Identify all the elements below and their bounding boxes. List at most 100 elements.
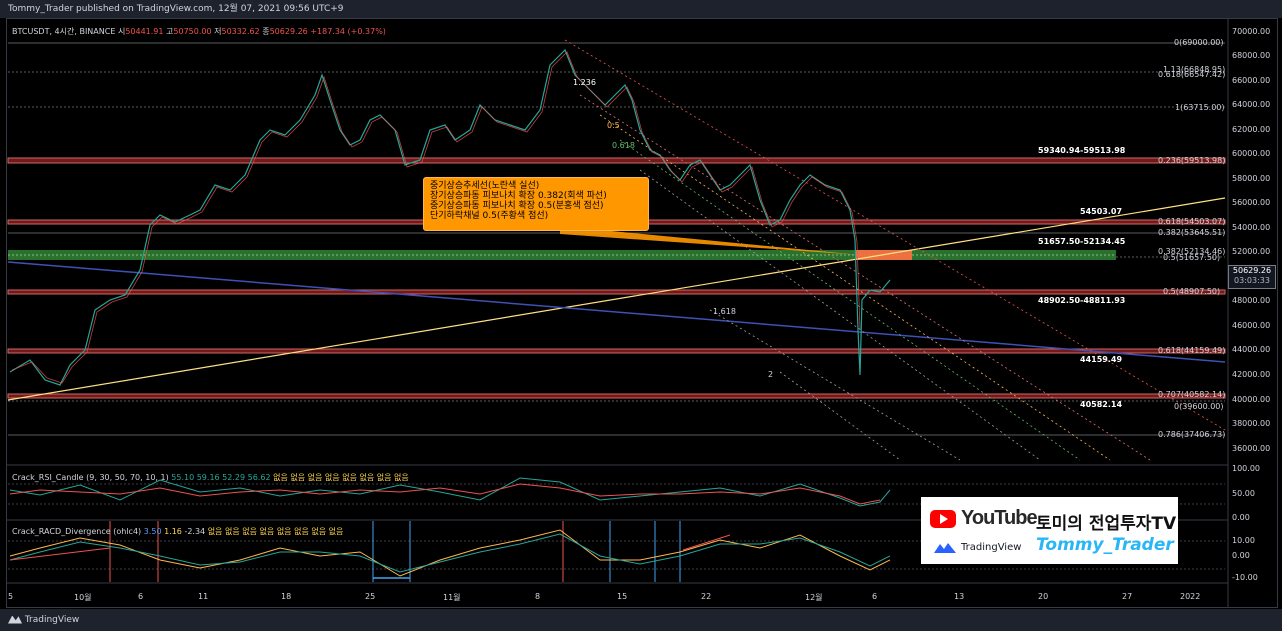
macd-na: 없음 [328,527,344,536]
rsi-na: 없음 [290,473,306,482]
rsi-panel-legend[interactable]: Crack_RSI_Candle (9, 30, 50, 70, 10, 1) … [12,472,409,483]
zone-label: 48902.50-48811.93 [1038,296,1126,305]
symbol-info: BTCUSDT, 4시간, BINANCE 시50441.91 고50750.0… [12,26,386,37]
price-tick: 62000.00 [1232,125,1271,134]
rsi-na: 없음 [273,473,288,482]
time-tick: 5 [8,592,14,601]
fib-label: 0.618(66547.42) [1158,70,1226,79]
fib-label: 0.707(40582.14) [1158,390,1226,399]
channel-label: 1.236 [573,78,596,87]
time-tick: 2022 [1180,592,1201,601]
time-tick: 6 [872,592,878,601]
price-tick: 40000.00 [1232,395,1271,404]
channel-label: 2 [768,370,774,379]
fib-label: 0.786(37406.73) [1158,430,1226,439]
macd-na: 없음 [242,527,257,536]
tradingview-wordmark: TradingView [961,542,1022,553]
fib-label: 0.618(54503.07) [1158,217,1226,226]
callout-line: 단기하락채널 0.5(주황색 점선) [430,211,549,221]
fib-label: 0.382(53645.51) [1158,228,1226,237]
price-tick: 38000.00 [1232,419,1271,428]
fib-label: 0.5(51657.50) [1163,253,1221,262]
channel-label: 0.5 [607,121,620,130]
bar-countdown: 03:03:33 [1234,276,1270,285]
macd-na: 없음 [311,527,327,536]
time-tick: 13 [954,592,965,601]
macd-na: 없음 [224,527,240,536]
author-name: Tommy_Trader [1036,535,1174,555]
macd-tick: 10.00 [1232,536,1255,545]
macd-params: (ohlc4) [113,527,142,536]
price-tick: 54000.00 [1232,223,1271,232]
macd-name: Crack_RACD_Divergence [12,527,111,536]
macd-na: 없음 [207,527,223,536]
zone-label: 54503.07 [1080,207,1123,216]
youtube-wordmark: YouTube [961,507,1038,529]
rsi-params: (9, 30, 50, 70, 10, 1) [86,473,169,482]
rsi-value: 55.10 [171,473,195,482]
high-value: 50750.00 [173,27,212,36]
time-tick: 27 [1122,592,1133,601]
fib-label: 0.5(48907.50) [1163,287,1221,296]
price-tick: 58000.00 [1232,174,1271,183]
price-tick: 52000.00 [1232,247,1271,256]
channel-title: 토미의 전업투자TV [1036,514,1177,534]
rsi-tick: 0.00 [1232,513,1250,522]
callout-line: 중기상승추세선(노란색 실선) [430,181,540,191]
rsi-value: 59.16 [196,473,220,482]
close-label: 종 [262,27,270,36]
macd-value: 3.50 [143,527,162,536]
close-value: 50629.26 [269,27,308,36]
youtube-icon [930,510,956,528]
rsi-na: 없음 [376,473,392,482]
footer-bar: TradingView [0,609,1282,631]
channel-label: 1.618 [713,307,736,316]
rsi-na: 없음 [394,473,409,482]
low-value: 50332.62 [221,27,260,36]
macd-tick: 0.00 [1232,551,1250,560]
time-tick: 25 [365,592,376,601]
time-tick: 20 [1038,592,1049,601]
price-tick: 66000.00 [1232,76,1271,85]
rsi-na: 없음 [359,473,375,482]
time-tick: 11 [198,592,209,601]
price-tick: 46000.00 [1232,321,1271,330]
callout-line: 중기상승파동 피보나치 확장 0.5(분홍색 점선) [430,201,604,211]
rsi-tick: 100.00 [1232,464,1260,473]
symbol-name[interactable]: BTCUSDT, 4시간, BINANCE [12,27,115,36]
rsi-na: 없음 [307,473,323,482]
price-tick: 60000.00 [1232,149,1271,158]
analysis-callout[interactable]: 중기상승추세선(노란색 실선) 장기상승파동 피보나치 확장 0.382(회색 … [423,177,649,231]
channel-label: 0.618 [612,141,635,150]
zone-label: 44159.49 [1080,355,1123,364]
time-tick: 22 [701,592,712,601]
rsi-tick: 50.00 [1232,489,1255,498]
time-tick: 15 [617,592,628,601]
time-tick: 10월 [74,593,92,602]
current-price-tag: 50629.26 03:03:33 [1228,265,1276,289]
footer-logo-text[interactable]: TradingView [25,615,79,625]
fib-label: 0(39600.00) [1174,402,1224,411]
macd-na: 없음 [294,527,309,536]
price-tick: 44000.00 [1232,345,1271,354]
time-tick: 11월 [443,593,461,602]
rsi-value: 52.29 [222,473,246,482]
price-tick: 70000.00 [1232,27,1271,36]
price-tick: 42000.00 [1232,370,1271,379]
macd-panel-legend[interactable]: Crack_RACD_Divergence (ohlc4) 3.50 1.16 … [12,526,343,537]
open-value: 50441.91 [125,27,164,36]
time-tick: 8 [535,592,541,601]
fib-label: 0.618(44159.49) [1158,346,1226,355]
tradingview-logo-icon [8,615,22,624]
rsi-na: 없음 [342,473,357,482]
time-tick: 12월 [805,593,823,602]
callout-line: 장기상승파동 피보나치 확장 0.382(회색 파선) [430,191,607,201]
price-tick: 64000.00 [1232,100,1271,109]
brand-watermark: YouTube TradingView 토미의 전업투자TV Tommy_Tra… [921,497,1178,564]
macd-value: 1.16 [164,527,182,536]
zone-label: 51657.50-52134.45 [1038,237,1126,246]
rsi-value: 56.62 [247,473,271,482]
macd-value: -2.34 [184,527,206,536]
macd-na: 없음 [276,527,292,536]
time-tick: 6 [138,592,144,601]
